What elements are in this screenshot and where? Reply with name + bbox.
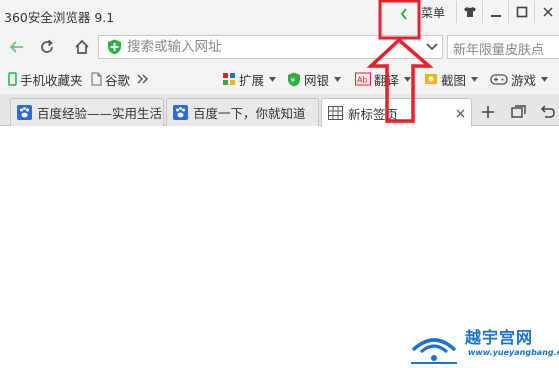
tool-label: 游戏 (511, 72, 537, 88)
games-tool[interactable]: 游戏 (490, 70, 549, 88)
menu-button[interactable]: 菜单 (421, 4, 445, 21)
tab-new-tab[interactable]: 新标签页 (321, 98, 472, 127)
bookmark-label: 谷歌 (105, 72, 131, 88)
caret-down-icon (404, 76, 412, 82)
svg-text:Ab: Ab (357, 76, 368, 85)
screenshot-tool[interactable]: 截图 (424, 70, 479, 88)
bookmark-label: 手机收藏夹 (20, 72, 83, 88)
refresh-button[interactable] (36, 36, 58, 58)
chevron-left-icon (400, 8, 407, 20)
bookmark-google[interactable]: 谷歌 (91, 70, 130, 88)
svg-text:¥: ¥ (291, 76, 296, 84)
translate-icon: Ab (355, 72, 371, 86)
baidu-paw-icon (17, 105, 32, 120)
phone-icon (8, 72, 17, 86)
tool-label: 扩展 (239, 72, 265, 88)
tab-list-icon (511, 105, 526, 118)
bank-shield-icon: ¥ (287, 72, 301, 87)
refresh-icon (41, 39, 53, 53)
grid-icon (328, 106, 343, 120)
home-icon (75, 39, 89, 54)
tab-list-button[interactable] (508, 102, 530, 122)
address-bar: 新年限量皮肤点 (0, 30, 559, 64)
bookmarks-bar: 手机收藏夹 谷歌 扩展 ¥ 网银 Ab 翻译 截图 游戏 (0, 64, 559, 94)
chevron-down-icon (426, 43, 438, 51)
tab-title: 百度一下，你就知道 (193, 106, 306, 121)
page-icon (91, 72, 102, 86)
extensions-tool[interactable]: 扩展 (222, 70, 277, 88)
home-button[interactable] (71, 36, 93, 58)
caret-down-icon (269, 76, 277, 82)
caret-down-icon (334, 76, 342, 82)
tab-baidu-search[interactable]: 百度一下，你就知道 (166, 98, 319, 126)
maximize-button[interactable] (508, 1, 534, 23)
caret-down-icon (471, 76, 479, 82)
tool-label: 截图 (441, 72, 467, 88)
baidu-paw-icon (173, 105, 188, 120)
tab-baidu-jingyan[interactable]: 百度经验——实用生活 (10, 98, 164, 126)
close-icon (456, 109, 464, 117)
app-title: 360安全浏览器 9.1 (4, 10, 115, 25)
tool-label: 网银 (304, 72, 330, 88)
caret-down-icon (541, 76, 549, 82)
tab-title: 新标签页 (348, 106, 399, 122)
search-input[interactable]: 新年限量皮肤点 (447, 35, 559, 59)
minimize-button[interactable] (482, 1, 508, 23)
close-icon (542, 7, 553, 17)
close-tab-button[interactable] (453, 106, 467, 120)
new-tab-button[interactable] (477, 102, 499, 122)
tab-title: 百度经验——实用生活 (37, 106, 163, 121)
tool-label: 翻译 (374, 72, 400, 88)
site-watermark: 越宇宫网 www.yueyangbang.com (405, 322, 559, 368)
gamepad-icon (490, 73, 508, 86)
title-bar: 360安全浏览器 9.1 菜单 (0, 0, 559, 30)
collapse-sidebar-button[interactable] (391, 2, 417, 26)
security-shield-icon (108, 39, 121, 55)
close-window-button[interactable] (534, 1, 559, 23)
scissors-icon (424, 72, 438, 86)
url-bar[interactable] (98, 35, 443, 59)
minimize-icon (490, 15, 501, 17)
skin-button[interactable] (456, 1, 482, 23)
arrow-left-icon (9, 41, 23, 53)
translate-tool[interactable]: Ab 翻译 (355, 70, 412, 88)
back-button[interactable] (6, 36, 28, 58)
plus-icon (482, 106, 494, 118)
bookmark-mobile-favorites[interactable]: 手机收藏夹 (8, 70, 83, 88)
extension-icon (222, 72, 236, 86)
undo-icon (540, 105, 555, 118)
more-bookmarks-button[interactable] (137, 70, 149, 88)
watermark-url: www.yueyangbang.com (468, 348, 559, 357)
tab-strip: 百度经验——实用生活 百度一下，你就知道 新标签页 (0, 94, 559, 127)
url-input[interactable] (127, 38, 397, 56)
url-dropdown-button[interactable] (423, 40, 441, 54)
watermark-name: 越宇宫网 (465, 328, 534, 347)
watermark-logo-icon (411, 338, 457, 364)
window-controls (456, 1, 559, 23)
tshirt-icon (463, 7, 476, 17)
double-chevron-right-icon (137, 74, 148, 84)
maximize-icon (516, 6, 527, 18)
undo-close-tab-button[interactable] (536, 102, 558, 122)
online-banking-tool[interactable]: ¥ 网银 (287, 70, 342, 88)
